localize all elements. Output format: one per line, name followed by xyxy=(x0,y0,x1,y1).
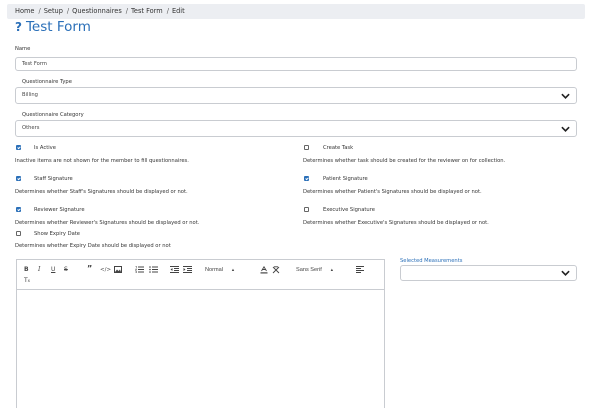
is-active-checkbox[interactable] xyxy=(16,145,21,150)
breadcrumb: Home / Setup / Questionnaires / Test Form / Edit xyxy=(7,4,585,19)
font-color-icon[interactable] xyxy=(260,266,268,274)
create-task-checkbox[interactable] xyxy=(304,145,309,150)
selected-measurements-select[interactable] xyxy=(400,265,577,281)
executive-signature-checkbox[interactable] xyxy=(304,207,309,212)
reviewer-signature-description: Determines whether Reviewer's Signatures… xyxy=(15,220,200,226)
breadcrumb-edit: Edit xyxy=(171,7,185,15)
question-mark-icon[interactable]: ? xyxy=(15,20,22,34)
font-size-value: Normal xyxy=(205,267,224,273)
editor-toolbar: B I U S ” </> Normal ▲︎ Sans Serif ▲︎ Tx xyxy=(17,260,384,290)
staff-signature-checkbox[interactable] xyxy=(16,176,21,181)
rich-text-editor: B I U S ” </> Normal ▲︎ Sans Serif ▲︎ Tx xyxy=(16,259,385,408)
strikethrough-icon[interactable]: S xyxy=(64,266,68,274)
font-family-select[interactable]: Sans Serif ▲︎ xyxy=(296,266,334,274)
patient-signature-label: Patient Signature xyxy=(323,176,368,182)
patient-signature-checkbox[interactable] xyxy=(304,176,309,181)
staff-signature-label: Staff Signature xyxy=(34,176,73,182)
name-label: Name xyxy=(15,46,31,52)
questionnaire-type-value: Billing xyxy=(22,92,38,98)
executive-signature-label: Executive Signature xyxy=(323,207,375,213)
code-icon[interactable]: </> xyxy=(100,266,111,274)
is-active-label: Is Active xyxy=(34,145,56,151)
page-title: ? Test Form xyxy=(15,19,91,35)
underline-icon[interactable]: U xyxy=(51,266,55,274)
bullet-list-icon[interactable] xyxy=(149,266,158,274)
breadcrumb-setup[interactable]: Setup xyxy=(44,7,63,15)
questionnaire-category-select[interactable]: Others xyxy=(15,120,577,137)
questionnaire-category-value: Others xyxy=(22,125,40,131)
font-size-select[interactable]: Normal ▲︎ xyxy=(205,266,235,274)
bold-icon[interactable]: B xyxy=(24,266,29,274)
is-active-description: Inactive items are not shown for the mem… xyxy=(15,158,189,164)
reviewer-signature-checkbox[interactable] xyxy=(16,207,21,212)
name-input[interactable]: Test Form xyxy=(15,57,577,71)
questionnaire-type-label: Questionnaire Type xyxy=(22,79,72,85)
show-expiry-date-description: Determines whether Expiry Date should be… xyxy=(15,243,171,249)
clear-format-icon[interactable]: Tx xyxy=(24,277,30,285)
reviewer-signature-label: Reviewer Signature xyxy=(34,207,85,213)
staff-signature-description: Determines whether Staff's Signatures sh… xyxy=(15,189,188,195)
image-icon[interactable] xyxy=(114,266,122,274)
breadcrumb-test-form[interactable]: Test Form xyxy=(131,7,163,15)
page-title-text: Test Form xyxy=(25,19,91,35)
breadcrumb-questionnaires[interactable]: Questionnaires xyxy=(72,7,122,15)
ordered-list-icon[interactable] xyxy=(135,266,144,274)
questionnaire-category-label: Questionnaire Category xyxy=(22,112,84,118)
show-expiry-date-checkbox[interactable] xyxy=(16,231,21,236)
editor-content-area[interactable] xyxy=(17,290,384,408)
chevron-down-icon xyxy=(561,93,570,99)
align-icon[interactable] xyxy=(356,266,364,274)
patient-signature-description: Determines whether Patient's Signatures … xyxy=(303,189,482,195)
questionnaire-type-select[interactable]: Billing xyxy=(15,87,577,104)
caret-icon: ▲︎ xyxy=(329,267,334,272)
indent-increase-icon[interactable] xyxy=(183,266,192,274)
chevron-down-icon xyxy=(561,270,570,276)
blockquote-icon[interactable]: ” xyxy=(87,265,92,273)
indent-decrease-icon[interactable] xyxy=(170,266,179,274)
caret-icon: ▲︎ xyxy=(231,267,235,272)
selected-measurements-label: Selected Measurements xyxy=(400,258,463,264)
font-family-value: Sans Serif xyxy=(296,267,322,273)
executive-signature-description: Determines whether Executive's Signature… xyxy=(303,220,489,226)
show-expiry-date-label: Show Expiry Date xyxy=(34,231,80,237)
create-task-label: Create Task xyxy=(323,145,354,151)
italic-icon[interactable]: I xyxy=(38,266,40,274)
create-task-description: Determines whether task should be create… xyxy=(303,158,506,164)
breadcrumb-home[interactable]: Home xyxy=(15,7,34,15)
chevron-down-icon xyxy=(561,126,570,132)
clean-format-icon[interactable] xyxy=(272,266,280,274)
